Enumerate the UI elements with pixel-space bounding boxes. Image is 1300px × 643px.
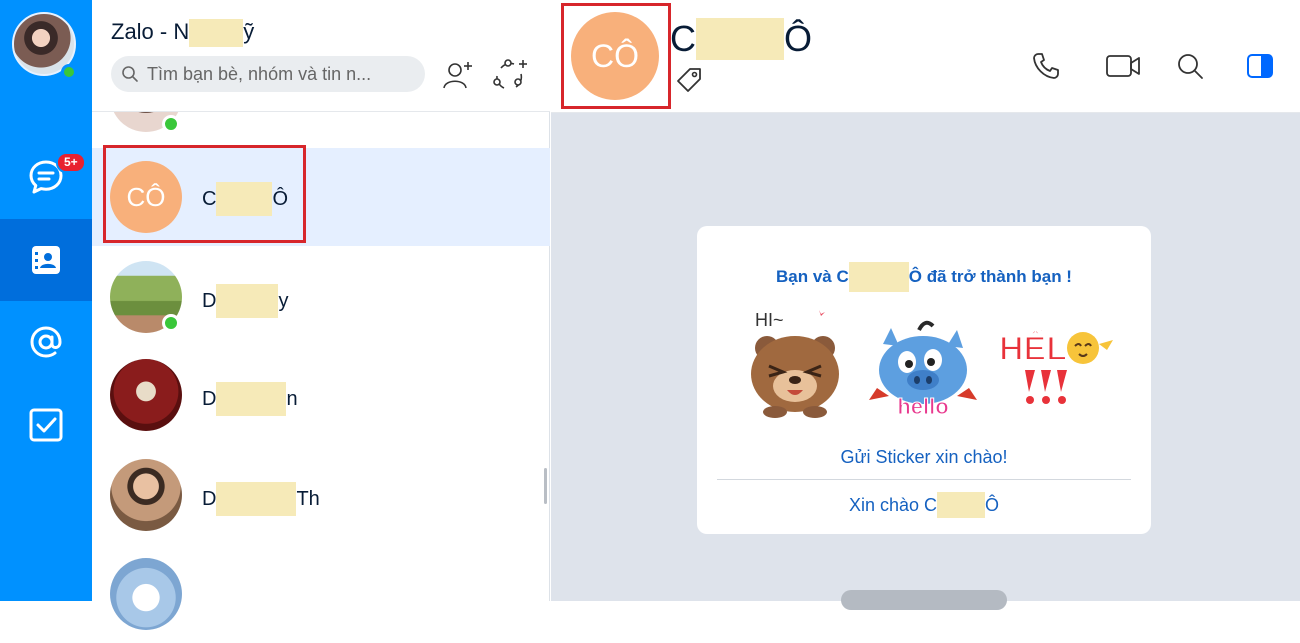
chick-sticker-icon: HẾL — [998, 329, 1113, 404]
contact-name: Dn — [202, 382, 298, 416]
create-group-button[interactable] — [492, 57, 528, 93]
add-group-icon — [493, 59, 527, 89]
search-icon — [1178, 54, 1203, 79]
app-title: Zalo - N ỹ — [111, 19, 255, 48]
chat-contact-name: CÔ — [670, 18, 812, 60]
contacts-book-icon — [32, 246, 60, 274]
search-input[interactable] — [145, 62, 415, 86]
video-call-button[interactable] — [1101, 46, 1145, 86]
scroll-to-bottom-pill[interactable] — [841, 590, 1007, 610]
nav-mentions[interactable] — [0, 301, 92, 383]
phone-icon — [1033, 53, 1059, 79]
contact-row[interactable]: Dy — [92, 248, 550, 346]
nav-rail: 5+ — [0, 0, 92, 601]
redacted-block — [216, 382, 287, 416]
greeting-start: Xin chào C — [848, 494, 938, 515]
online-status-dot — [61, 64, 77, 80]
contact-avatar — [110, 459, 182, 531]
label-tag-button[interactable] — [675, 66, 703, 94]
contact-row-partial[interactable] — [92, 545, 550, 643]
list-header: Zalo - N ỹ — [92, 0, 550, 112]
contact-name-start: C — [202, 187, 217, 210]
contact-row[interactable]: D Th — [92, 446, 550, 544]
redacted-block — [696, 18, 784, 60]
contact-row[interactable]: Dn — [92, 346, 550, 444]
tag-icon — [677, 68, 701, 92]
welcome-title-start: Bạn và C — [776, 267, 849, 286]
contact-avatar — [110, 558, 182, 630]
sticker-bear[interactable]: HI~ — [735, 304, 855, 422]
checkbox-icon — [29, 408, 63, 442]
app-title-start: Zalo - N — [111, 19, 190, 44]
scrollbar-thumb[interactable] — [544, 468, 547, 504]
contact-name-start: D — [202, 487, 217, 510]
search-icon — [122, 66, 138, 82]
contact-name-end: Th — [296, 487, 320, 510]
blue-monster-sticker-icon: hello — [869, 320, 977, 420]
contact-list-panel: Zalo - N ỹ Tìm bạn bè, nhóm và tin n... C… — [92, 0, 550, 630]
online-status-dot — [162, 314, 180, 332]
add-user-icon — [443, 62, 472, 89]
send-greeting-sticker-link[interactable]: Gửi Sticker xin chào! — [697, 447, 1151, 468]
welcome-title: Bạn và C Ô đã trở thành bạn ! — [697, 262, 1151, 292]
sticker-caption: HI~ — [755, 310, 784, 330]
greeting-end: Ô — [985, 494, 1000, 515]
contact-avatar — [110, 359, 182, 431]
video-camera-icon — [1106, 55, 1140, 77]
redacted-block — [937, 492, 986, 518]
contact-avatar-initials: CÔ — [110, 161, 182, 233]
nav-contacts[interactable] — [0, 219, 92, 301]
search-box[interactable] — [111, 56, 425, 92]
sticker-hel-chick[interactable]: HẾL — [995, 304, 1115, 422]
contact-row-selected[interactable]: CÔ CÔ — [92, 148, 550, 246]
sticker-caption: hello — [897, 394, 948, 419]
redacted-block — [216, 284, 279, 318]
contact-name: CÔ — [202, 182, 288, 216]
divider — [717, 479, 1131, 480]
send-greeting-text-link[interactable]: Xin chào C Ô — [697, 492, 1151, 518]
sidebar-toggle-icon — [1247, 54, 1273, 78]
redacted-block — [848, 262, 909, 292]
contact-name-end: y — [278, 289, 289, 312]
contact-name-end: n — [286, 387, 298, 410]
chat-avatar[interactable]: CÔ — [571, 12, 659, 100]
new-friend-welcome-card: Bạn và C Ô đã trở thành bạn ! HI~ hello H… — [697, 226, 1151, 534]
nav-messages[interactable] — [0, 136, 92, 218]
sticker-caption: HẾL — [999, 330, 1067, 368]
app-title-end: ỹ — [243, 19, 255, 44]
toggle-info-panel-button[interactable] — [1240, 46, 1280, 86]
voice-call-button[interactable] — [1026, 46, 1066, 86]
welcome-title-end: Ô đã trở thành bạn ! — [908, 267, 1072, 286]
add-friend-button[interactable] — [440, 57, 476, 93]
redacted-block — [216, 482, 297, 516]
at-sign-icon — [30, 326, 62, 358]
nav-todo[interactable] — [0, 384, 92, 466]
chat-pane: CÔ CÔ Bạn và C Ô đã trở thành bạn ! HI~ … — [551, 0, 1300, 610]
contact-name-start: D — [202, 387, 217, 410]
contact-name: D Th — [202, 482, 320, 516]
unread-badge: 5+ — [56, 152, 86, 173]
chat-name-end: Ô — [784, 18, 813, 59]
search-messages-button[interactable] — [1170, 46, 1210, 86]
chat-name-start: C — [670, 18, 696, 59]
contact-name: Dy — [202, 284, 288, 318]
redacted-block — [216, 182, 273, 216]
contact-name-start: D — [202, 289, 217, 312]
contact-name-end: Ô — [272, 187, 289, 210]
chat-header: CÔ CÔ — [551, 0, 1300, 113]
online-status-dot — [162, 115, 180, 133]
sticker-hello-monster[interactable]: hello — [863, 304, 983, 422]
redacted-block — [189, 19, 244, 48]
bear-sticker-icon: HI~ — [751, 310, 839, 418]
